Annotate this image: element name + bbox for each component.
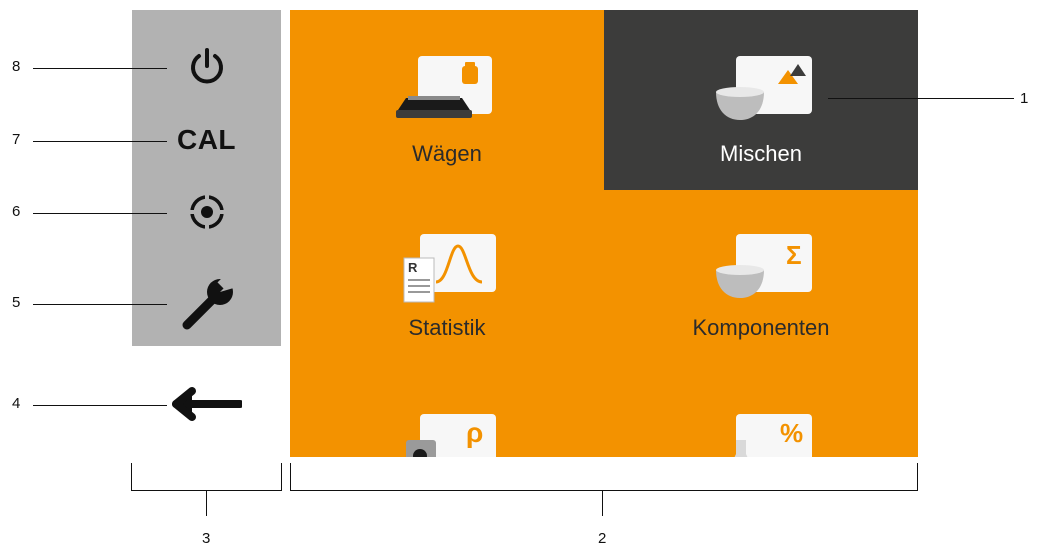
app-tile-label: Mischen xyxy=(720,141,802,166)
zero-button[interactable] xyxy=(132,190,281,234)
percent-flask-icon: % xyxy=(734,414,812,457)
callout-4: 4 xyxy=(12,395,21,412)
cal-label: CAL xyxy=(176,124,237,155)
bracket-2 xyxy=(290,490,918,491)
settings-button[interactable] xyxy=(132,272,281,338)
app-tile-label: Wägen xyxy=(412,141,482,166)
callout-5: 5 xyxy=(12,294,21,311)
side-panel: CAL xyxy=(132,10,281,346)
statistics-icon: R xyxy=(403,234,496,303)
leader-line-7 xyxy=(33,141,167,142)
app-tile-label: Komponenten xyxy=(692,315,830,340)
bracket-3-right xyxy=(281,463,282,491)
callout-6: 6 xyxy=(12,203,21,220)
cal-button[interactable]: CAL xyxy=(132,118,281,162)
bracket-3-stem xyxy=(206,490,207,516)
bracket-3-left xyxy=(131,463,132,491)
components-sigma-icon: Σ xyxy=(716,234,812,298)
app-tile-statistics[interactable]: R Statistik xyxy=(290,190,604,370)
svg-text:R: R xyxy=(408,260,418,275)
leader-line-1 xyxy=(828,98,1014,99)
app-tile-percent[interactable]: % xyxy=(604,370,918,457)
leader-line-4 xyxy=(33,405,167,406)
callout-2: 2 xyxy=(598,530,607,547)
wrench-icon xyxy=(182,275,237,330)
power-icon xyxy=(190,48,223,84)
scale-icon xyxy=(396,56,492,118)
mixing-bowl-icon xyxy=(716,56,812,120)
callout-3: 3 xyxy=(202,530,211,547)
app-tile-weighing[interactable]: Wägen xyxy=(290,10,604,190)
callout-1: 1 xyxy=(1020,90,1029,107)
arrow-left-icon xyxy=(172,387,242,421)
density-rho-icon: ρ xyxy=(406,414,496,457)
callout-8: 8 xyxy=(12,58,21,75)
leader-line-6 xyxy=(33,213,167,214)
app-tile-label: Statistik xyxy=(408,315,486,340)
bracket-2-right xyxy=(917,463,918,491)
app-tile-mixing[interactable]: Mischen xyxy=(604,10,918,190)
target-icon xyxy=(188,194,225,230)
svg-text:Σ: Σ xyxy=(786,240,802,270)
bracket-2-stem xyxy=(602,490,603,516)
bracket-2-left xyxy=(290,463,291,491)
back-button[interactable] xyxy=(168,382,244,426)
leader-line-5 xyxy=(33,304,167,305)
leader-line-8 xyxy=(33,68,167,69)
power-button[interactable] xyxy=(132,42,281,92)
svg-text:ρ: ρ xyxy=(466,417,483,448)
svg-text:%: % xyxy=(780,418,803,448)
app-tile-density[interactable]: ρ xyxy=(290,370,604,457)
app-tile-components[interactable]: Σ Komponenten xyxy=(604,190,918,370)
callout-7: 7 xyxy=(12,131,21,148)
app-grid: Wägen Mischen R Statistik Σ Komponenten … xyxy=(290,10,918,457)
